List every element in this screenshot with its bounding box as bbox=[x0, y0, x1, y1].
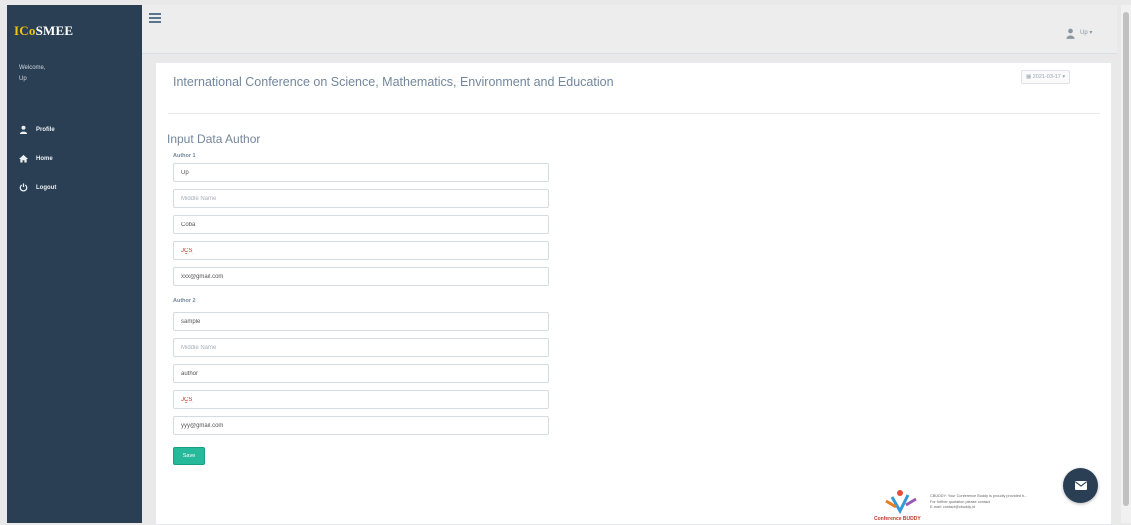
power-icon bbox=[19, 183, 28, 192]
sidebar-item-logout[interactable]: Logout bbox=[7, 173, 142, 202]
brand-part-1: ICo bbox=[14, 23, 36, 38]
sidebar-item-label: Home bbox=[36, 155, 53, 162]
conference-buddy-logo: Conference BUDDY bbox=[874, 490, 921, 522]
envelope-icon bbox=[1074, 481, 1087, 490]
author-1-last-name-input[interactable] bbox=[173, 215, 549, 234]
brand-logo[interactable]: ICoSMEE bbox=[14, 23, 73, 39]
user-menu-dropdown[interactable]: Up ▾ bbox=[1080, 29, 1092, 36]
date-dropdown[interactable]: ▦ 2021-03-17 ▾ bbox=[1021, 70, 1071, 84]
sidebar-item-label: Logout bbox=[36, 184, 57, 191]
author-1-email-input[interactable] bbox=[173, 267, 549, 286]
sidebar-menu: Profile Home Logout bbox=[7, 115, 142, 202]
sidebar-item-home[interactable]: Home bbox=[7, 144, 142, 173]
welcome-username: Up bbox=[19, 76, 27, 82]
chat-button[interactable] bbox=[1063, 468, 1098, 503]
sidebar-item-profile[interactable]: Profile bbox=[7, 115, 142, 144]
author-2-label: Author 2 bbox=[173, 298, 196, 304]
author-1-first-name-input[interactable] bbox=[173, 163, 549, 182]
divider bbox=[168, 113, 1100, 114]
menu-toggle-icon[interactable] bbox=[149, 13, 161, 25]
user-icon bbox=[19, 125, 28, 134]
scrollbar-thumb[interactable] bbox=[1123, 12, 1129, 506]
author-1-institution-input[interactable] bbox=[173, 241, 549, 260]
main-panel: International Conference on Science, Mat… bbox=[155, 62, 1112, 525]
footer-line-3: E-mail: contact@cbuddy.id bbox=[930, 505, 975, 509]
top-navbar: Up ▾ bbox=[142, 5, 1117, 54]
conference-title: International Conference on Science, Mat… bbox=[173, 75, 614, 89]
author-2-first-name-input[interactable] bbox=[173, 312, 549, 331]
author-2-institution-input[interactable] bbox=[173, 390, 549, 409]
brand-part-2: SMEE bbox=[35, 23, 74, 38]
footer-logo-text: Conference BUDDY bbox=[874, 516, 921, 522]
author-1-middle-name-input[interactable] bbox=[173, 189, 549, 208]
author-2-middle-name-input[interactable] bbox=[173, 338, 549, 357]
sidebar: ICoSMEE Welcome, Up Profile Home Logout bbox=[7, 5, 142, 523]
author-2-email-input[interactable] bbox=[173, 416, 549, 435]
footer-text: CBUDDY: Your Conference Buddy is proudly… bbox=[930, 494, 1080, 511]
page-title: Input Data Author bbox=[167, 132, 261, 146]
author-2-last-name-input[interactable] bbox=[173, 364, 549, 383]
user-avatar-icon[interactable] bbox=[1066, 28, 1075, 39]
home-icon bbox=[19, 154, 28, 163]
author-1-label: Author 1 bbox=[173, 153, 196, 159]
save-button[interactable]: Save bbox=[173, 447, 205, 465]
welcome-label: Welcome, bbox=[19, 65, 46, 71]
sidebar-item-label: Profile bbox=[36, 126, 55, 133]
